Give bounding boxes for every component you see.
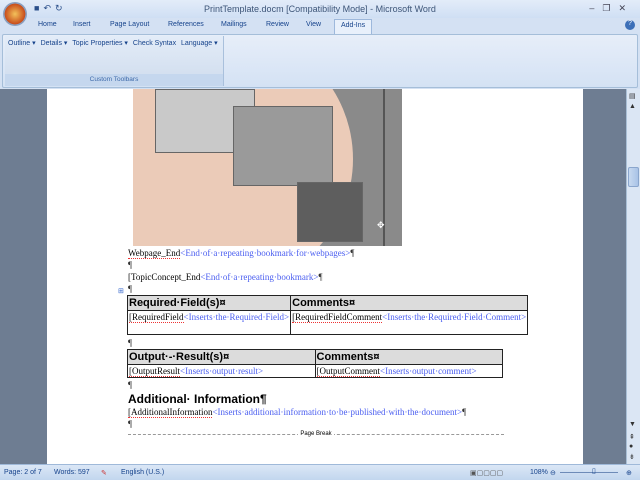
pilcrow: ¶ [318, 272, 322, 282]
table-cell[interactable]: [RequiredField<Inserts·the·Required·Fiel… [128, 311, 291, 335]
zoom-slider[interactable] [560, 472, 618, 473]
field-hint: <Inserts·the·Required·Field·Comment> [382, 312, 526, 322]
pilcrow: ¶ [128, 380, 132, 390]
bookmark-field: [TopicConcept_End [128, 272, 200, 282]
output-results-table: Output·-·Result(s)¤Comments¤ [OutputResu… [127, 349, 503, 378]
table-header: Comments¤ [315, 350, 503, 365]
custom-toolbars-group: Outline ▾ Details ▾ Topic Properties ▾ C… [5, 36, 224, 86]
restore-button[interactable]: ❐ [602, 3, 618, 13]
office-button[interactable] [3, 2, 27, 26]
table-move-handle-icon[interactable]: ⊞ [118, 287, 124, 295]
tab-home[interactable]: Home [38, 21, 57, 28]
page-indicator[interactable]: Page: 2 of 7 [4, 469, 42, 476]
close-button[interactable]: ✕ [618, 3, 634, 13]
table-header: Required·Field(s)¤ [128, 296, 291, 311]
check-syntax-button[interactable]: Check Syntax [133, 40, 176, 47]
pilcrow: ¶ [128, 419, 132, 429]
outline-menu[interactable]: Outline ▾ [8, 40, 36, 47]
field-code: [RequiredField [129, 312, 184, 323]
page-break-label: Page Break [298, 431, 333, 437]
zoom-out-icon[interactable]: ⊖ [550, 469, 556, 477]
window-title: PrintTemplate.docm [Compatibility Mode] … [0, 4, 640, 14]
bookmark-hint: <End·of·a·repeating·bookmark> [200, 272, 318, 282]
browse-object-icon[interactable]: ● [629, 443, 633, 450]
vertical-scrollbar[interactable]: ▤ ▲ ▼ ⇞ ● ⇟ [626, 89, 640, 464]
status-bar: Page: 2 of 7 Words: 597 ✎ English (U.S.)… [0, 464, 640, 480]
scroll-down-icon[interactable]: ▼ [629, 421, 636, 428]
pilcrow: ¶ [462, 407, 466, 417]
pilcrow: ¶ [128, 260, 132, 270]
scroll-up-icon[interactable]: ▲ [629, 103, 636, 110]
tab-view[interactable]: View [306, 21, 321, 28]
table-row: [RequiredField<Inserts·the·Required·Fiel… [128, 311, 528, 335]
language-indicator[interactable]: English (U.S.) [121, 469, 164, 476]
help-icon[interactable]: ? [625, 20, 635, 30]
table-row: [OutputResult<Inserts·output·result>[Out… [128, 365, 503, 378]
field-hint: <Inserts·additional·information·to·be·pu… [212, 407, 462, 417]
tab-page-layout[interactable]: Page Layout [110, 21, 149, 28]
document-area: ✥ Webpage_End<End·of·a·repeating·bookmar… [0, 89, 626, 464]
minimize-button[interactable]: – [589, 3, 602, 13]
topic-properties-menu[interactable]: Topic Properties ▾ [72, 40, 128, 47]
embedded-image[interactable]: ✥ [133, 89, 402, 246]
field-code: [AdditionalInformation [128, 407, 212, 418]
tab-references[interactable]: References [168, 21, 204, 28]
pilcrow: ¶ [128, 338, 132, 348]
field-hint: <Inserts·the·Required·Field> [184, 312, 290, 322]
table-cell[interactable]: [RequiredFieldComment<Inserts·the·Requir… [291, 311, 528, 335]
pilcrow: ¶ [350, 248, 354, 258]
title-bar: ■↶↻ PrintTemplate.docm [Compatibility Mo… [0, 0, 640, 18]
document-page[interactable]: ✥ Webpage_End<End·of·a·repeating·bookmar… [47, 89, 583, 464]
zoom-slider-thumb[interactable]: ▯ [592, 467, 596, 475]
ribbon: Outline ▾ Details ▾ Topic Properties ▾ C… [2, 34, 638, 88]
field-code: [OutputComment [317, 366, 381, 377]
section-heading: Additional· Information¶ [128, 392, 267, 406]
bookmark-field: Webpage_End [128, 248, 180, 259]
next-page-icon[interactable]: ⇟ [629, 453, 635, 461]
table-header: Output·-·Result(s)¤ [128, 350, 316, 365]
required-fields-table: Required·Field(s)¤Comments¤ [RequiredFie… [127, 295, 528, 335]
tab-add-ins[interactable]: Add-Ins [334, 19, 372, 35]
field-code: [RequiredFieldComment [292, 312, 382, 323]
tab-review[interactable]: Review [266, 21, 289, 28]
language-menu[interactable]: Language ▾ [181, 40, 218, 47]
previous-page-icon[interactable]: ⇞ [629, 433, 635, 441]
details-menu[interactable]: Details ▾ [41, 40, 68, 47]
field-hint: <Inserts·output·result> [180, 366, 263, 376]
zoom-level[interactable]: 108% [530, 469, 548, 476]
field-hint: <Inserts·output·comment> [380, 366, 477, 376]
move-handle-icon[interactable]: ✥ [377, 220, 385, 231]
word-count[interactable]: Words: 597 [54, 469, 90, 476]
field-code: [OutputResult [129, 366, 180, 377]
table-cell[interactable]: [OutputComment<Inserts·output·comment> [315, 365, 503, 378]
view-buttons[interactable]: ▣▢▢▢▢ [470, 469, 503, 477]
proofing-icon[interactable]: ✎ [101, 469, 107, 477]
page-break: Page Break [128, 434, 504, 441]
ruler-toggle-icon[interactable]: ▤ [629, 92, 636, 100]
zoom-in-icon[interactable]: ⊕ [626, 469, 632, 477]
bookmark-hint: <End·of·a·repeating·bookmark·for·webpage… [180, 248, 350, 258]
ribbon-tabs: Home Insert Page Layout References Maili… [0, 18, 640, 34]
table-header: Comments¤ [291, 296, 528, 311]
scroll-thumb[interactable] [628, 167, 639, 187]
pilcrow: ¶ [128, 284, 132, 294]
tab-mailings[interactable]: Mailings [221, 21, 247, 28]
group-label: Custom Toolbars [5, 74, 223, 86]
tab-insert[interactable]: Insert [73, 21, 91, 28]
table-cell[interactable]: [OutputResult<Inserts·output·result> [128, 365, 316, 378]
